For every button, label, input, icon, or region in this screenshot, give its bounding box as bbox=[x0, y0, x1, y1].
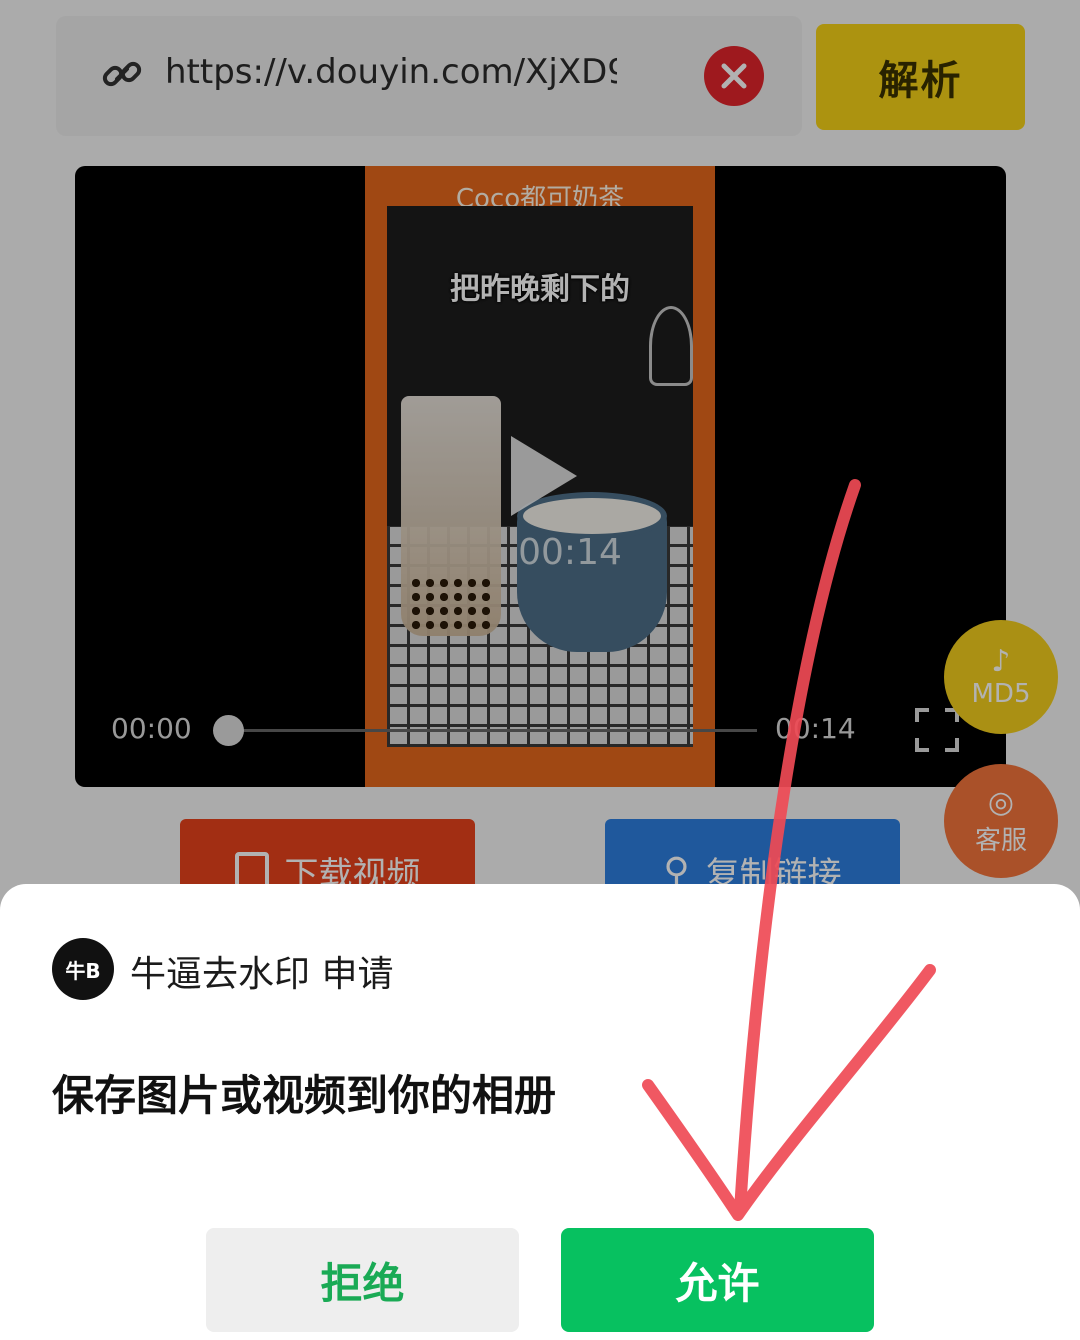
app-request-title: 牛逼去水印 申请 bbox=[130, 954, 394, 995]
deny-button[interactable]: 拒绝 bbox=[206, 1228, 519, 1332]
allow-button[interactable]: 允许 bbox=[561, 1228, 874, 1332]
avatar: 牛B bbox=[52, 938, 114, 1000]
permission-message: 保存图片或视频到你的相册 bbox=[52, 1071, 557, 1120]
